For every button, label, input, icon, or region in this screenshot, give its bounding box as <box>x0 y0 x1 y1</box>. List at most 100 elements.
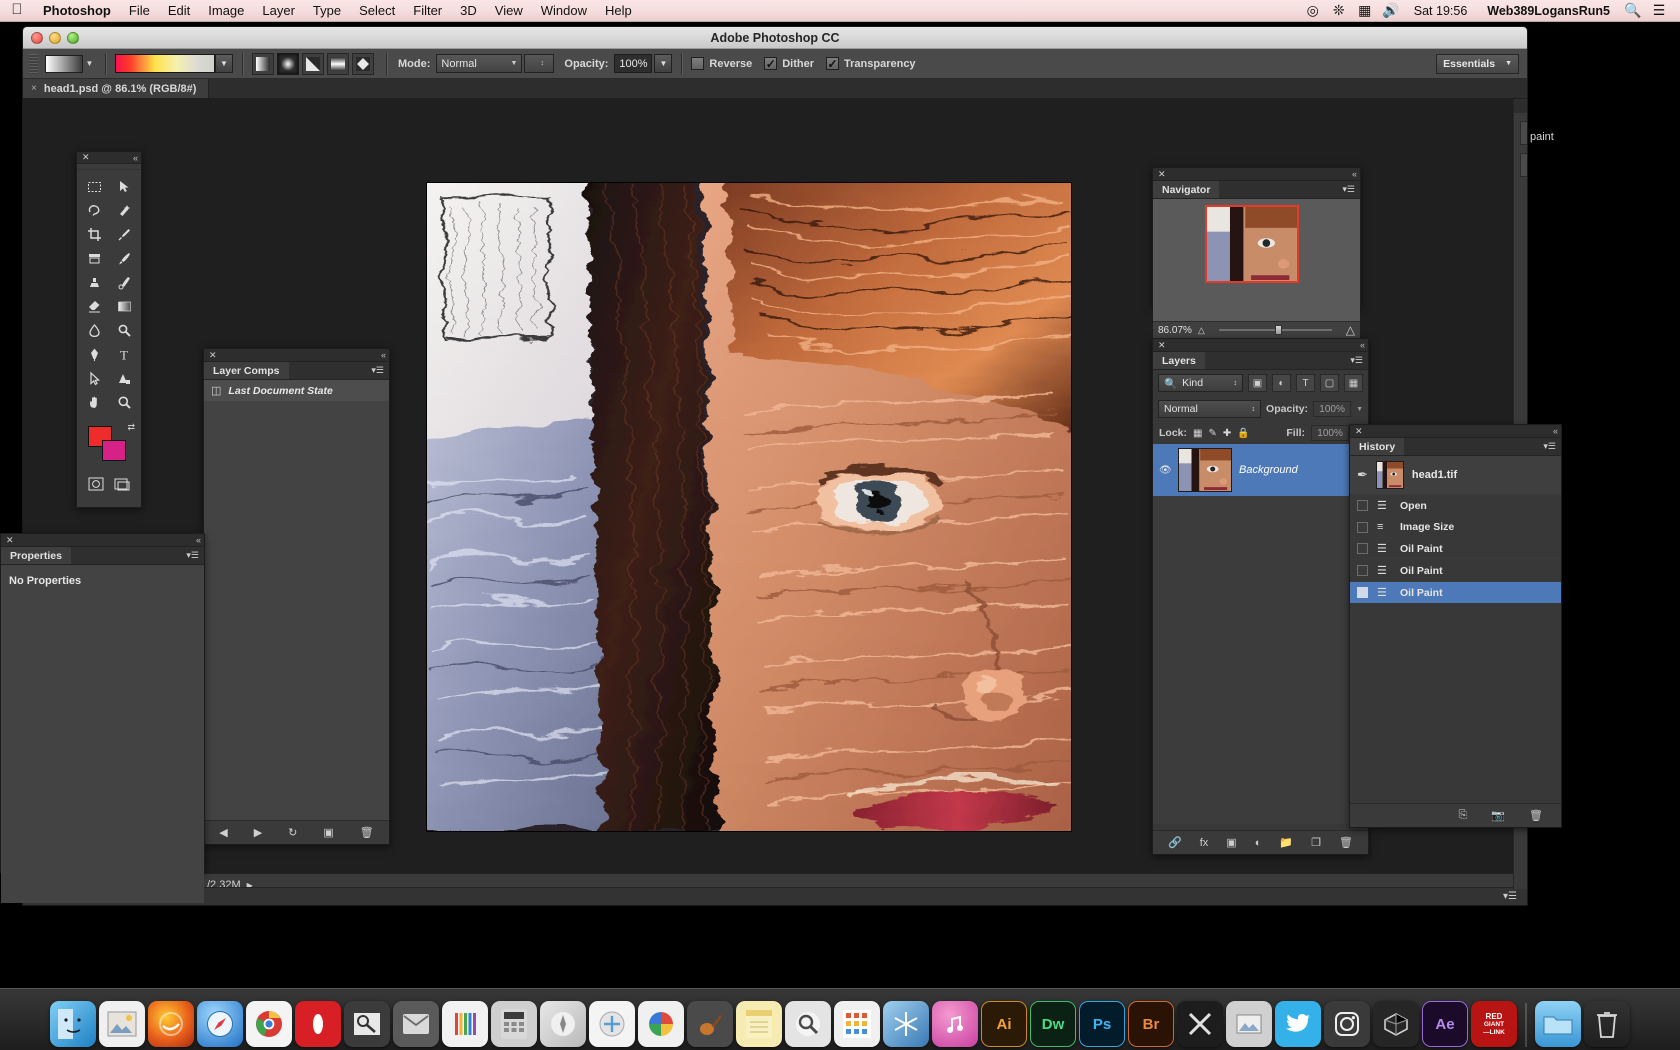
navigator-titlebar[interactable]: ✕ « <box>1153 168 1360 181</box>
rectangle-tool[interactable] <box>109 366 139 390</box>
lock-transparent-pixels-icon[interactable]: ▦ <box>1193 428 1202 439</box>
new-document-from-state-icon[interactable]: ⎘ <box>1459 809 1468 822</box>
safari-icon[interactable] <box>197 1001 243 1047</box>
close-icon[interactable]: ✕ <box>1355 426 1363 437</box>
history-snapshot-thumbnail[interactable] <box>1375 461 1404 489</box>
opacity-chevron-down-icon[interactable]: ▼ <box>654 54 673 73</box>
history-source-checkbox[interactable] <box>1357 521 1368 533</box>
close-icon[interactable]: ✕ <box>6 535 14 546</box>
lock-all-icon[interactable]: 🔒 <box>1237 428 1249 439</box>
layer-visibility-eye-icon[interactable]: 👁 <box>1159 465 1172 476</box>
spot-healing-brush-tool[interactable] <box>79 246 109 270</box>
spotlight-icon[interactable] <box>785 1001 831 1047</box>
pen-tool[interactable] <box>79 342 109 366</box>
brush-tool[interactable] <box>109 246 139 270</box>
list-item[interactable]: ≡ Image Size <box>1350 516 1561 537</box>
hand-tool[interactable] <box>79 390 109 414</box>
menu-filter[interactable]: Filter <box>404 0 451 22</box>
eyedropper-tool[interactable] <box>109 222 139 246</box>
collapse-icon[interactable]: « <box>381 350 386 360</box>
search-icon[interactable]: 🔍 <box>1620 2 1646 19</box>
lock-image-pixels-icon[interactable]: ✎ <box>1208 428 1216 439</box>
type-layer-filter-icon[interactable]: T <box>1296 374 1315 392</box>
angle-gradient-icon[interactable] <box>302 52 324 75</box>
new-snapshot-icon[interactable]: 📷 <box>1491 809 1505 822</box>
panel-menu-icon[interactable]: ▾☰ <box>1543 441 1556 452</box>
delete-layer-icon[interactable]: 🗑 <box>1339 836 1353 849</box>
itunes-icon[interactable] <box>932 1001 978 1047</box>
navigator-preview[interactable]: 86.07% △ △ <box>1153 199 1360 338</box>
cinema4d-icon[interactable] <box>1373 1001 1419 1047</box>
zoom-tool[interactable] <box>109 390 139 414</box>
history-brush-icon[interactable]: ✒ <box>1357 467 1368 483</box>
navigator-zoom-value[interactable]: 86.07% <box>1158 325 1192 336</box>
close-icon[interactable]: ✕ <box>1158 169 1166 180</box>
layer-name[interactable]: Background <box>1239 464 1341 476</box>
dropbox-icon[interactable]: ❊ <box>1326 2 1352 19</box>
opacity-value[interactable]: 100% <box>614 54 653 73</box>
blend-mode-select[interactable]: Normal ▼ <box>436 54 523 73</box>
clone-source-icon[interactable]: ▣ <box>1519 153 1527 177</box>
properties-titlebar[interactable]: ✕ « <box>1 534 204 547</box>
navigator-zoom-slider[interactable] <box>1218 325 1332 335</box>
panel-menu-icon[interactable]: ▾☰ <box>1503 891 1527 902</box>
layers-titlebar[interactable]: ✕ « <box>1153 339 1368 352</box>
adjustment-layer-filter-icon[interactable]: ◐ <box>1272 374 1291 392</box>
dither-checkbox[interactable]: ✓ Dither <box>764 57 814 71</box>
minimize-window-button[interactable] <box>49 31 61 44</box>
preview-icon[interactable] <box>344 1001 390 1047</box>
move-tool[interactable] <box>109 174 139 198</box>
instagram-icon[interactable] <box>1324 1001 1370 1047</box>
firefox-icon[interactable] <box>148 1001 194 1047</box>
gradient-editor-strip[interactable] <box>115 54 215 73</box>
tools-palette-titlebar[interactable]: ✕ « <box>77 152 141 164</box>
photos-icon[interactable] <box>99 1001 145 1047</box>
finder-icon[interactable] <box>50 1001 96 1047</box>
pixel-layer-filter-icon[interactable]: ▣ <box>1248 374 1267 392</box>
crop-tool[interactable] <box>79 222 109 246</box>
collapse-icon[interactable]: « <box>196 535 201 545</box>
fill-value[interactable]: 100% <box>1311 425 1350 441</box>
x-app-icon[interactable] <box>1177 1001 1223 1047</box>
panel-menu-icon[interactable]: ▾☰ <box>1342 184 1355 195</box>
numbers-icon[interactable] <box>834 1001 880 1047</box>
menu-layer[interactable]: Layer <box>253 0 304 22</box>
document-tab[interactable]: × head1.psd @ 86.1% (RGB/8#) <box>23 79 210 98</box>
close-icon[interactable]: ✕ <box>82 152 90 163</box>
history-source-checkbox[interactable] <box>1357 565 1368 576</box>
new-layer-icon[interactable]: ❐ <box>1311 836 1321 849</box>
small-mountain-icon[interactable]: △ <box>1198 325 1205 336</box>
tab-history[interactable]: History <box>1350 438 1405 455</box>
notification-center-icon[interactable]: ☰ <box>1646 2 1672 19</box>
collapse-icon[interactable]: « <box>1352 169 1357 179</box>
shape-layer-filter-icon[interactable]: ▢ <box>1320 374 1339 392</box>
menubar-clock[interactable]: Sat 19:56 <box>1404 4 1478 18</box>
linear-gradient-icon[interactable] <box>252 52 274 75</box>
apple-icon[interactable]:  <box>0 2 34 19</box>
quick-mask-icon[interactable] <box>84 472 108 496</box>
snowflake-icon[interactable] <box>883 1001 929 1047</box>
menu-edit[interactable]: Edit <box>159 0 199 22</box>
volume-icon[interactable]: 🔊 <box>1378 2 1404 19</box>
appstore-icon[interactable] <box>589 1001 635 1047</box>
collapse-icon[interactable]: « <box>133 153 138 163</box>
gradient-picker-chevron-down-icon[interactable]: ▼ <box>215 54 233 73</box>
history-source-checkbox[interactable] <box>1357 543 1368 554</box>
table-row[interactable]: 👁 Background 🔒 <box>1153 444 1368 496</box>
dodge-tool[interactable] <box>109 318 139 342</box>
menu-file[interactable]: File <box>120 0 159 22</box>
layer-blend-mode-select[interactable]: Normal ↕ <box>1158 400 1262 418</box>
timeline-panel-bar[interactable]: Timeline ▾☰ <box>23 887 1527 905</box>
garageband-icon[interactable] <box>687 1001 733 1047</box>
bridge-icon[interactable]: Br <box>1128 1001 1174 1047</box>
history-snapshot-row[interactable]: ✒ head1.tif <box>1350 456 1561 494</box>
update-comp-icon[interactable]: ↻ <box>288 826 297 839</box>
twitter-icon[interactable] <box>1275 1001 1321 1047</box>
red-giant-link-icon[interactable]: RED GIANT —LINK <box>1471 1001 1517 1047</box>
image-capture-icon[interactable] <box>1226 1001 1272 1047</box>
aftereffects-icon[interactable]: Ae <box>1422 1001 1468 1047</box>
new-group-icon[interactable]: 📁 <box>1279 836 1293 849</box>
delete-comp-icon[interactable]: 🗑 <box>360 826 374 839</box>
tab-layer-comps[interactable]: Layer Comps <box>204 362 289 379</box>
notes-icon[interactable] <box>736 1001 782 1047</box>
